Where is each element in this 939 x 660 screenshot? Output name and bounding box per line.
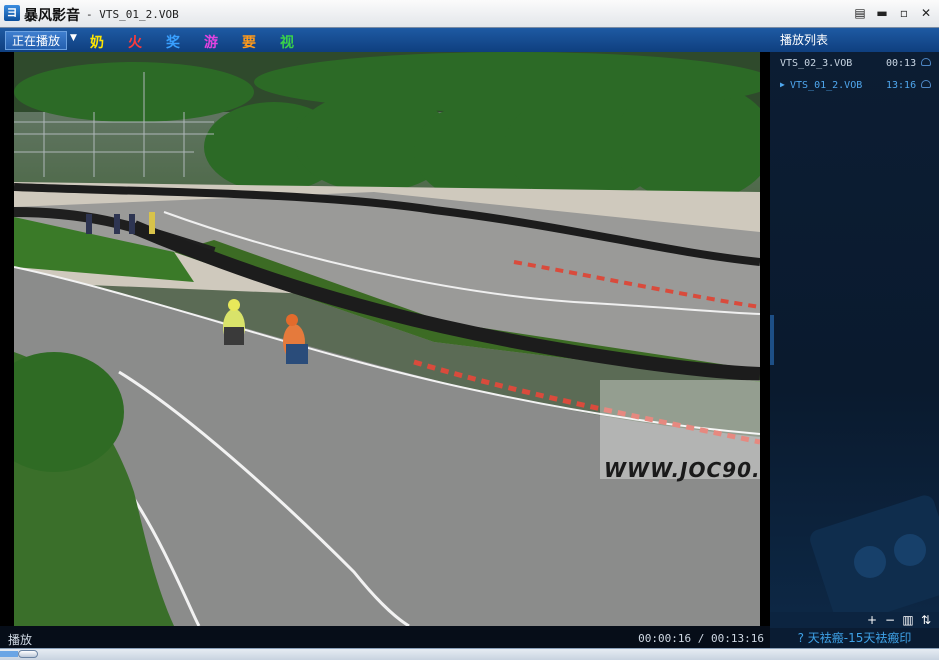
film-decoration — [810, 495, 939, 612]
playlist-item-duration: 00:13 — [886, 58, 917, 69]
playlist-item-name: VTS_01_2.VOB — [790, 80, 863, 91]
race-track-scene — [14, 52, 760, 626]
playlist-item-active[interactable]: ▶ VTS_01_2.VOB 13:16 — [770, 76, 939, 96]
video-frame[interactable]: WWW.JOC90.COM — [14, 52, 760, 626]
title-bar: ヨ 暴风影音 - VTS_01_2.VOB ▤ ▬ ▫ ✕ — [0, 0, 939, 28]
chevron-down-icon[interactable]: ▼ — [70, 33, 77, 43]
add-icon[interactable]: + — [866, 613, 878, 627]
category-game[interactable]: 游 — [204, 32, 218, 52]
video-border-right — [760, 52, 770, 626]
category-video[interactable]: 视 — [280, 32, 294, 52]
category-milk[interactable]: 奶 — [90, 32, 104, 52]
cloud-icon[interactable] — [921, 80, 931, 88]
playing-arrow-icon: ▶ — [780, 80, 785, 89]
status-bar: 播放 00:00:16 / 00:13:16 — [0, 626, 770, 648]
playlist-toolbar: + − ▥ ⇅ — [770, 612, 939, 628]
app-name: 暴风影音 — [24, 8, 80, 24]
play-state: 播放 — [8, 633, 33, 647]
sort-icon[interactable]: ⇅ — [920, 613, 932, 627]
seek-handle[interactable] — [18, 650, 38, 658]
watermark: WWW.JOC90.COM — [600, 380, 760, 482]
minimize-icon[interactable]: ▬ — [875, 6, 889, 20]
category-award[interactable]: 奖 — [166, 32, 180, 52]
menu-bar: 正在播放 ▼ 奶 火 奖 游 要 视 — [0, 28, 770, 52]
trash-icon[interactable]: ▥ — [902, 613, 914, 627]
playlist-item-name: VTS_02_3.VOB — [780, 58, 853, 69]
time-display: 00:00:16 / 00:13:16 — [638, 632, 764, 645]
seek-progress — [0, 651, 18, 657]
playlist-header: 播放列表 — [770, 28, 939, 52]
playlist-panel: VTS_02_3.VOB 00:13 ▶ VTS_01_2.VOB 13:16 — [770, 52, 939, 612]
ad-link[interactable]: ? 天袪瘢-15天袪瘢印 — [770, 628, 939, 648]
playlist-collapse-handle[interactable] — [770, 315, 774, 365]
seek-bar[interactable] — [0, 648, 939, 660]
window-file-title: - VTS_01_2.VOB — [86, 8, 179, 21]
playlist-item[interactable]: VTS_02_3.VOB 00:13 — [770, 54, 939, 74]
now-playing-button[interactable]: 正在播放 — [5, 31, 67, 50]
category-want[interactable]: 要 — [242, 32, 256, 52]
main-menu-icon[interactable]: ▤ — [853, 6, 867, 20]
playlist-item-duration: 13:16 — [886, 80, 917, 91]
maximize-icon[interactable]: ▫ — [897, 6, 911, 20]
app-logo-icon: ヨ — [4, 5, 20, 21]
watermark-text: WWW.JOC90.COM — [604, 458, 760, 482]
remove-icon[interactable]: − — [884, 613, 896, 627]
category-fire[interactable]: 火 — [128, 32, 142, 52]
cloud-icon[interactable] — [921, 58, 931, 66]
video-border-left — [0, 52, 14, 626]
close-icon[interactable]: ✕ — [919, 6, 933, 20]
